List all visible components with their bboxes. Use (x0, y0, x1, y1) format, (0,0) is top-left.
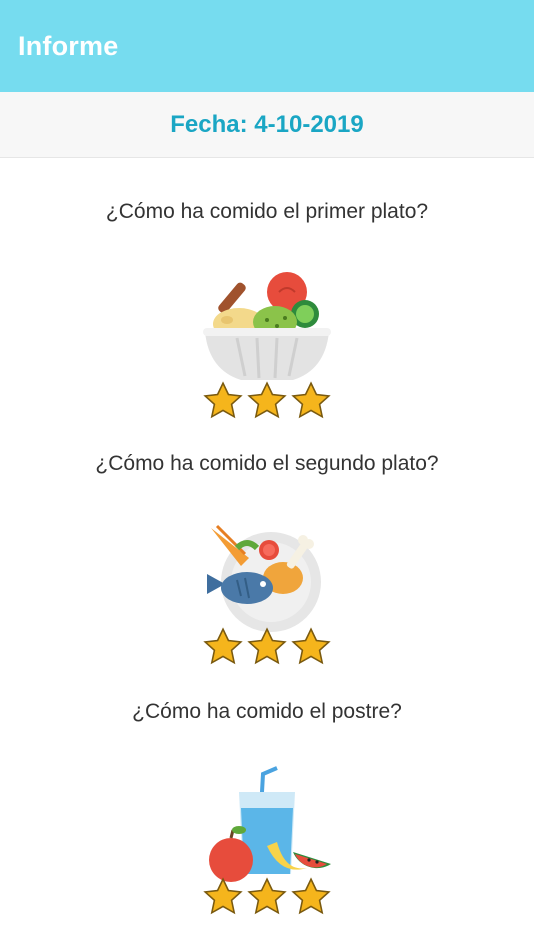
star-icon (247, 627, 287, 665)
salad-bowl-illustration (197, 262, 337, 422)
first-course-question: ¿Cómo ha comido el primer plato? (105, 200, 429, 223)
dessert-fruit-drink-icon (209, 766, 331, 882)
second-course-rating (202, 626, 332, 668)
first-course-rating (202, 380, 332, 422)
salad-bowl-icon (203, 272, 331, 380)
app-bar: Informe (0, 0, 534, 92)
date-label: Fecha: 4-10-2019 (170, 110, 364, 138)
app-screen: Informe Fecha: 4-10-2019 ¿Cómo ha comido… (0, 0, 534, 950)
first-course-section: ¿Cómo ha comido el primer plato? (0, 200, 534, 422)
date-bar: Fecha: 4-10-2019 (0, 92, 534, 158)
star-icon (247, 877, 287, 915)
star-icon (247, 381, 287, 419)
star-icon (203, 877, 243, 915)
dessert-question: ¿Cómo ha comido el postre? (132, 700, 402, 723)
star-icon (203, 627, 243, 665)
dessert-section: ¿Cómo ha comido el postre? (0, 700, 534, 924)
dessert-illustration (197, 764, 337, 924)
dessert-rating (202, 876, 332, 918)
star-icon (291, 877, 331, 915)
second-course-question: ¿Cómo ha comido el segundo plato? (95, 452, 439, 475)
main-course-plate-icon (207, 524, 321, 632)
main-course-illustration (197, 518, 337, 678)
star-icon (203, 381, 243, 419)
page-title: Informe (18, 30, 119, 61)
star-icon (291, 381, 331, 419)
second-course-section: ¿Cómo ha comido el segundo plato? (0, 452, 534, 678)
star-icon (291, 627, 331, 665)
